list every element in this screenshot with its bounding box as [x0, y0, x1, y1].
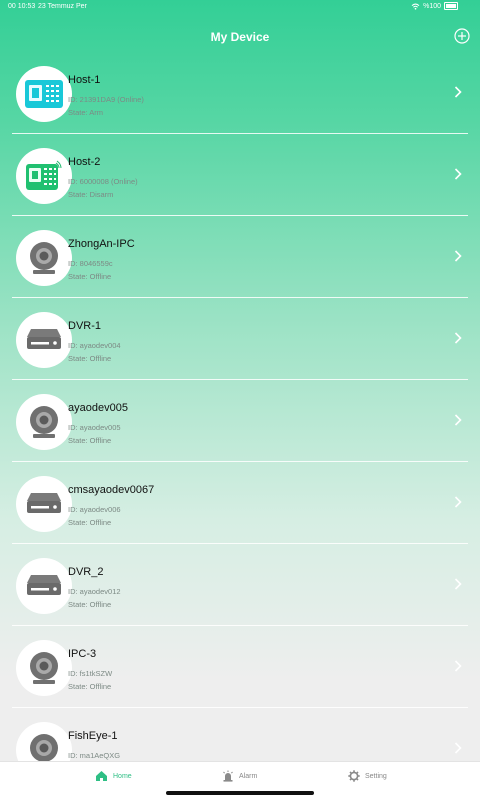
chevron-right-icon — [454, 414, 462, 426]
device-row[interactable]: ZhongAn-IPC ID: 8046559c State: Offline — [0, 216, 480, 298]
page-title: My Device — [210, 30, 270, 44]
device-state: State: Arm — [68, 108, 104, 117]
device-avatar — [16, 640, 72, 696]
device-name: FishEye-1 — [68, 730, 118, 742]
add-device-icon[interactable] — [454, 28, 470, 44]
device-name: ZhongAn-IPC — [68, 238, 135, 250]
device-avatar — [16, 476, 72, 532]
tab-home-label: Home — [113, 772, 132, 780]
device-row[interactable]: Host-2 ID: 6000008 (Online) State: Disar… — [0, 134, 480, 216]
device-avatar — [16, 394, 72, 450]
alarm-host-cyan-icon — [25, 80, 63, 108]
tab-alarm-label: Alarm — [239, 772, 258, 780]
tab-setting-label: Setting — [365, 772, 387, 780]
dvr-icon — [27, 329, 61, 349]
wifi-icon — [411, 3, 420, 10]
device-state: State: Offline — [68, 436, 112, 445]
chevron-right-icon — [454, 578, 462, 590]
device-state: State: Offline — [68, 600, 112, 609]
device-state: State: Offline — [68, 518, 112, 527]
device-id: ID: ayaodev005 — [68, 423, 121, 432]
status-right: %100 — [411, 2, 458, 10]
status-date: 23 Temmuz Per — [38, 3, 87, 10]
device-avatar — [16, 230, 72, 286]
tab-setting[interactable]: Setting — [348, 770, 387, 782]
chevron-right-icon — [454, 332, 462, 344]
device-state: State: Offline — [68, 354, 112, 363]
dvr-icon — [27, 493, 61, 513]
device-id: ID: 8046559c — [68, 259, 113, 268]
device-name: Host-2 — [68, 156, 101, 168]
chevron-right-icon — [454, 86, 462, 98]
device-name: ayaodev005 — [68, 402, 128, 414]
device-avatar — [16, 558, 72, 614]
tab-alarm[interactable]: Alarm — [222, 770, 257, 782]
device-avatar — [16, 66, 72, 122]
battery-percent: %100 — [423, 2, 441, 10]
device-name: DVR_2 — [68, 566, 104, 578]
gear-icon — [348, 770, 360, 782]
device-row[interactable]: cmsayaodev0067 ID: ayaodev006 State: Off… — [0, 462, 480, 544]
device-row[interactable]: ayaodev005 ID: ayaodev005 State: Offline — [0, 380, 480, 462]
battery-icon — [444, 2, 458, 10]
device-state: State: Offline — [68, 272, 112, 281]
chevron-right-icon — [454, 742, 462, 754]
device-name: Host-1 — [68, 74, 101, 86]
device-id: ID: 21391DA9 (Online) — [68, 95, 144, 104]
device-state: State: Offline — [68, 682, 112, 691]
device-state: State: Disarm — [68, 190, 114, 199]
device-id: ID: ayaodev006 — [68, 505, 121, 514]
device-avatar — [16, 148, 72, 204]
status-bar: 00 10:53 23 Temmuz Per %100 — [0, 0, 480, 14]
device-id: ID: ma1AeQXG — [68, 751, 121, 760]
device-name: cmsayaodev0067 — [68, 484, 155, 496]
chevron-right-icon — [454, 250, 462, 262]
ip-camera-icon — [30, 242, 58, 274]
device-name: DVR-1 — [68, 320, 102, 332]
chevron-right-icon — [454, 660, 462, 672]
home-icon — [96, 771, 107, 781]
device-avatar — [16, 312, 72, 368]
chevron-right-icon — [454, 168, 462, 180]
device-name: IPC-3 — [68, 648, 97, 660]
device-id: ID: ayaodev004 — [68, 341, 121, 350]
device-row[interactable]: DVR-1 ID: ayaodev004 State: Offline — [0, 298, 480, 380]
device-id: ID: ayaodev012 — [68, 587, 121, 596]
device-id: ID: 6000008 (Online) — [68, 177, 138, 186]
dvr-icon — [27, 575, 61, 595]
tab-home[interactable]: Home — [95, 770, 132, 782]
device-row[interactable]: DVR_2 ID: ayaodev012 State: Offline — [0, 544, 480, 626]
ip-camera-icon — [30, 406, 58, 438]
alarm-host-green-icon — [26, 160, 62, 190]
tab-bar: Home Alarm Setting — [0, 761, 480, 800]
device-row[interactable]: Host-1 ID: 21391DA9 (Online) State: Arm — [0, 52, 480, 134]
device-list: Host-1 ID: 21391DA9 (Online) State: Arm … — [0, 52, 480, 790]
home-indicator — [166, 791, 314, 795]
chevron-right-icon — [454, 496, 462, 508]
device-id: ID: fs1tkSZW — [68, 669, 113, 678]
ip-camera-icon — [30, 652, 58, 684]
device-row[interactable]: IPC-3 ID: fs1tkSZW State: Offline — [0, 626, 480, 708]
alarm-siren-icon — [223, 770, 233, 782]
status-time: 00 10:53 — [8, 3, 36, 10]
